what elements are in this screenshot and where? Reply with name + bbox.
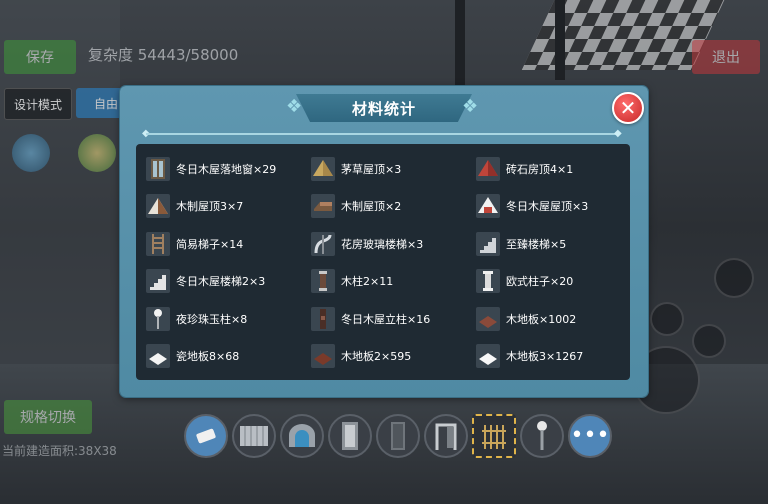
material-item: 欧式柱子×20 <box>476 263 631 301</box>
material-stats-dialog: ❖ 材料统计 ❖ ✕ ◆ ◆ 冬日木屋落地窗×29 茅草屋顶×3 砖石房顶4×1… <box>120 86 648 397</box>
background-pillar <box>555 0 565 80</box>
dialog-title: 材料统计 <box>296 94 472 122</box>
wall-icon[interactable] <box>376 414 420 458</box>
material-label: 木地板3×1267 <box>506 350 584 364</box>
material-item: 冬日木屋楼梯2×3 <box>146 263 311 301</box>
exit-button[interactable]: 退出 <box>692 40 760 74</box>
wood-roof-flat-icon <box>311 194 335 219</box>
gate-icon[interactable] <box>472 414 516 458</box>
door-icon[interactable] <box>328 414 372 458</box>
build-area-text: 当前建造面积:38X38 <box>2 444 117 458</box>
material-label: 砖石房顶4×1 <box>506 162 574 176</box>
flip-icon[interactable] <box>650 302 684 336</box>
wood-pillar-icon <box>311 269 335 294</box>
spiral-stair-icon <box>311 231 335 256</box>
materials-panel: 冬日木屋落地窗×29 茅草屋顶×3 砖石房顶4×1 木制屋顶3×7 木制屋顶×2… <box>136 144 630 380</box>
wood-roof-icon <box>146 194 170 219</box>
wood-floor-icon <box>311 344 335 369</box>
material-label: 欧式柱子×20 <box>506 275 574 289</box>
build-toolbar: ••• <box>184 414 612 458</box>
lamp-pillar-icon <box>146 306 170 331</box>
material-item: 木制屋顶3×7 <box>146 188 311 226</box>
title-divider <box>146 133 620 135</box>
frame-icon[interactable] <box>424 414 468 458</box>
material-item: 简易梯子×14 <box>146 225 311 263</box>
up-arrow-icon[interactable] <box>714 258 754 298</box>
ornament-right-icon: ❖ <box>462 96 479 117</box>
time-icon[interactable] <box>78 134 116 172</box>
arch-icon[interactable] <box>280 414 324 458</box>
background-pillar <box>455 0 465 90</box>
material-label: 简易梯子×14 <box>176 237 244 251</box>
materials-grid: 冬日木屋落地窗×29 茅草屋顶×3 砖石房顶4×1 木制屋顶3×7 木制屋顶×2… <box>146 150 631 375</box>
material-item: 冬日木屋屋顶×3 <box>476 188 631 226</box>
material-label: 花房玻璃楼梯×3 <box>341 237 424 251</box>
material-item: 木制屋顶×2 <box>311 188 476 226</box>
ladder-icon <box>146 231 170 256</box>
material-item: 瓷地板8×68 <box>146 338 311 376</box>
material-item: 冬日木屋立柱×16 <box>311 300 476 338</box>
material-label: 木地板2×595 <box>341 350 412 364</box>
material-label: 茅草屋顶×3 <box>341 162 402 176</box>
material-item: 至臻楼梯×5 <box>476 225 631 263</box>
material-label: 夜珍珠玉柱×8 <box>176 312 248 326</box>
brick-roof-icon <box>476 156 500 181</box>
design-mode-button[interactable]: 设计模式 <box>4 88 72 120</box>
divider-ornament-icon: ◆ <box>614 128 622 139</box>
material-label: 冬日木屋屋顶×3 <box>506 200 589 214</box>
euro-column-icon <box>476 269 500 294</box>
material-item: 木柱2×11 <box>311 263 476 301</box>
material-label: 至臻楼梯×5 <box>506 237 567 251</box>
material-item: 茅草屋顶×3 <box>311 150 476 188</box>
fence-icon[interactable] <box>232 414 276 458</box>
spec-switch-button[interactable]: 规格切换 <box>4 400 92 434</box>
eraser-icon[interactable] <box>184 414 228 458</box>
material-item: 木地板3×1267 <box>476 338 631 376</box>
rotate-icon[interactable] <box>692 324 726 358</box>
wood-floor-icon <box>476 306 500 331</box>
material-label: 木制屋顶×2 <box>341 200 402 214</box>
stair-icon <box>476 231 500 256</box>
lamp-icon[interactable] <box>520 414 564 458</box>
stair-icon <box>146 269 170 294</box>
material-label: 冬日木屋立柱×16 <box>341 312 431 326</box>
material-item: 冬日木屋落地窗×29 <box>146 150 311 188</box>
material-label: 冬日木屋落地窗×29 <box>176 162 277 176</box>
complexity-counter: 复杂度 54443/58000 <box>88 46 239 64</box>
material-label: 木制屋顶3×7 <box>176 200 244 214</box>
material-item: 木地板2×595 <box>311 338 476 376</box>
tile-floor-icon <box>476 344 500 369</box>
tile-floor-icon <box>146 344 170 369</box>
material-label: 冬日木屋楼梯2×3 <box>176 275 266 289</box>
close-button[interactable]: ✕ <box>612 92 644 124</box>
material-item: 砖石房顶4×1 <box>476 150 631 188</box>
material-item: 花房玻璃楼梯×3 <box>311 225 476 263</box>
dark-pillar-icon <box>311 306 335 331</box>
winter-roof-icon <box>476 194 500 219</box>
material-label: 木地板×1002 <box>506 312 577 326</box>
material-label: 瓷地板8×68 <box>176 350 240 364</box>
window-icon <box>146 156 170 181</box>
thatch-roof-icon <box>311 156 335 181</box>
material-item: 木地板×1002 <box>476 300 631 338</box>
material-label: 木柱2×11 <box>341 275 394 289</box>
save-button[interactable]: 保存 <box>4 40 76 74</box>
environment-icon[interactable] <box>12 134 50 172</box>
material-item: 夜珍珠玉柱×8 <box>146 300 311 338</box>
more-options-button[interactable]: ••• <box>568 414 612 458</box>
